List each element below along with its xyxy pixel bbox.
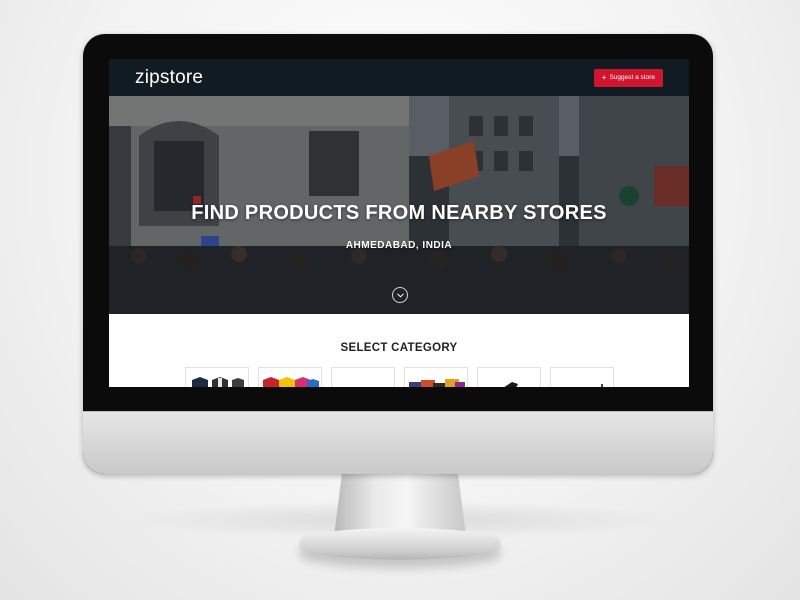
hero-banner: FIND PRODUCTS FROM NEARBY STORES AHMEDAB… [109,96,689,314]
category-card-bags[interactable] [404,367,468,387]
suggest-store-label: Suggest a store [609,74,655,81]
site-logo[interactable]: zipstore [135,67,203,89]
category-heading: SELECT CATEGORY [340,342,458,354]
monitor-stand-base [300,528,500,560]
plus-icon: + [601,72,607,82]
menswear-thumbnail [192,377,244,387]
scroll-down-button[interactable] [392,287,408,303]
navbar: zipstore + Suggest a store [109,59,689,96]
category-section: SELECT CATEGORY [109,314,689,387]
monitor: zipstore + Suggest a store FIND PRODUCTS… [83,34,713,474]
monitor-stand-neck [334,474,466,536]
suggest-store-button[interactable]: + Suggest a store [593,68,663,87]
hero-title: FIND PRODUCTS FROM NEARBY STORES [191,202,607,224]
category-card-accessories[interactable] [550,367,614,387]
chevron-down-icon [396,292,404,298]
tshirts-thumbnail [263,377,319,387]
monitor-chin [83,411,713,474]
accessories-thumbnail [601,384,603,387]
shoes-thumbnail [504,382,518,387]
category-card-shoes[interactable] [477,367,541,387]
blank-thumbnail [332,368,394,387]
bags-thumbnail [409,379,465,387]
category-card-blank[interactable] [331,367,395,387]
category-card-tshirts[interactable] [258,367,322,387]
website-screen: zipstore + Suggest a store FIND PRODUCTS… [109,59,689,387]
category-card-menswear[interactable] [185,367,249,387]
hero-location: AHMEDABAD, INDIA [345,240,453,251]
